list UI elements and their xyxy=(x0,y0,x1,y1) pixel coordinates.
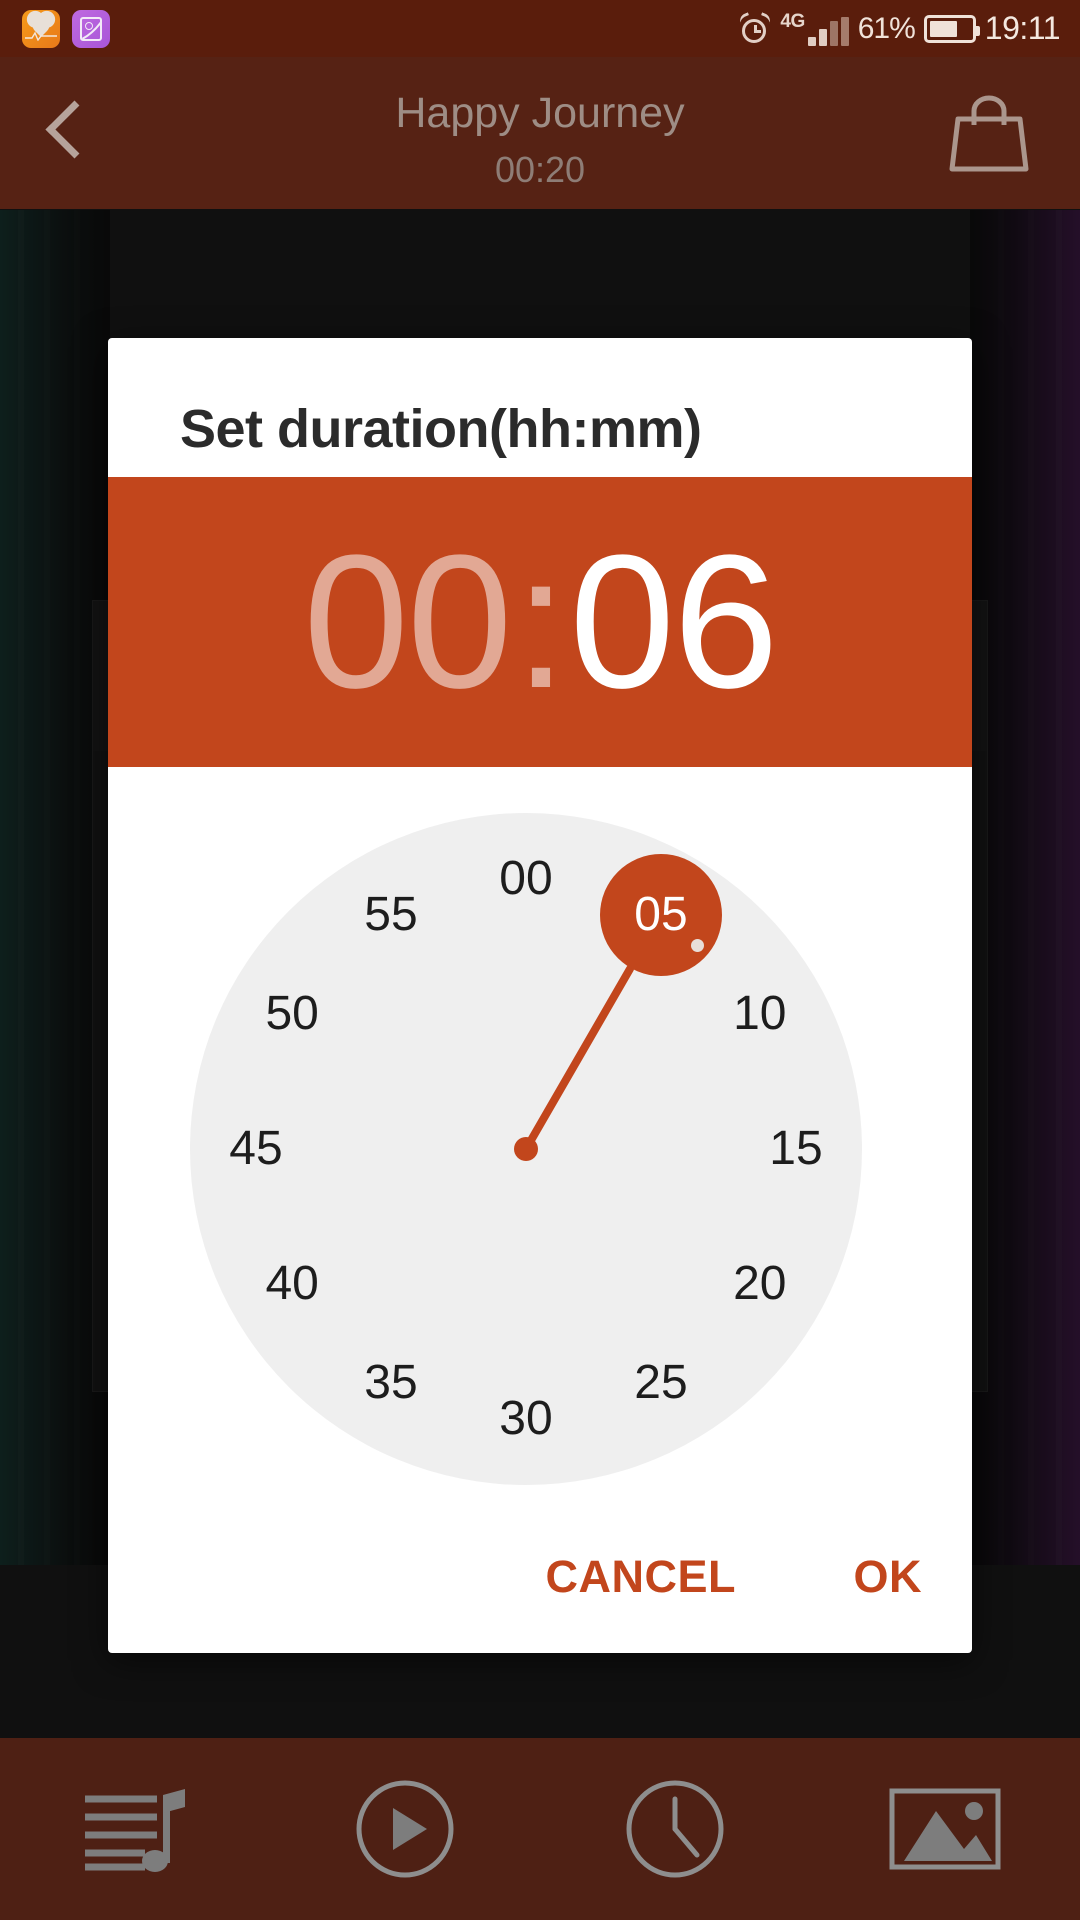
battery-percent-label: 61% xyxy=(857,11,916,45)
play-circle-icon xyxy=(356,1780,454,1878)
clock-tick-35[interactable]: 35 xyxy=(336,1358,446,1407)
clock-tick-50[interactable]: 50 xyxy=(237,990,347,1038)
clock-selector-dot xyxy=(691,939,704,953)
dialog-actions: CANCEL OK xyxy=(108,1503,972,1653)
page-subtitle: 00:20 xyxy=(494,149,586,190)
clock-tick-15[interactable]: 15 xyxy=(741,1125,851,1173)
set-duration-dialog: Set duration(hh:mm) 00 : 06 00 10 15 20 25 30… xyxy=(108,338,972,1653)
shopping-bag-icon xyxy=(949,95,1029,172)
clock-tick-20[interactable]: 20 xyxy=(705,1260,815,1308)
clock-tick-30[interactable]: 30 xyxy=(471,1395,581,1443)
status-bar-app-icons xyxy=(0,9,110,48)
clock-selector-label: 05 xyxy=(634,888,688,942)
dialog-title: Set duration(hh:mm) xyxy=(180,399,702,459)
clock-tick-40[interactable]: 40 xyxy=(237,1260,347,1308)
image-icon xyxy=(889,1788,1001,1870)
time-separator: : xyxy=(514,516,568,728)
app-header: Happy Journey 00:20 xyxy=(0,57,1080,209)
clock-selector-knob[interactable]: 05 xyxy=(600,854,722,977)
shopping-bag-button[interactable] xyxy=(944,95,1034,175)
clock-tick-00[interactable]: 00 xyxy=(471,855,581,903)
battery-icon xyxy=(923,14,980,43)
ok-button[interactable]: OK xyxy=(840,1541,937,1613)
page-title: Happy Journey xyxy=(395,89,685,137)
status-bar-indicators: 4G 61% 19:11 xyxy=(738,10,1080,47)
signal-bars-icon xyxy=(807,16,849,46)
playlist-music-icon xyxy=(85,1789,185,1872)
nav-item-playlist[interactable] xyxy=(0,1738,270,1920)
nav-item-play[interactable] xyxy=(270,1738,540,1920)
clock-picker[interactable]: 00 10 15 20 25 30 35 40 45 50 55 05 xyxy=(190,813,862,1485)
clock-tick-45[interactable]: 45 xyxy=(201,1125,311,1173)
bottom-navigation-bar xyxy=(0,1738,1080,1920)
gallery-app-icon xyxy=(72,9,110,48)
cancel-button[interactable]: CANCEL xyxy=(532,1541,751,1613)
status-bar-clock: 19:11 xyxy=(984,10,1061,46)
time-display: 00 : 06 xyxy=(108,477,972,767)
hours-field[interactable]: 00 xyxy=(303,527,512,717)
network-indicator: 4G xyxy=(780,10,849,46)
network-type-label: 4G xyxy=(780,10,805,32)
minutes-field[interactable]: 06 xyxy=(569,527,778,717)
health-app-icon xyxy=(22,9,60,48)
clock-icon xyxy=(626,1780,724,1878)
ecg-line-icon xyxy=(25,30,57,41)
nav-item-clock[interactable] xyxy=(540,1738,810,1920)
clock-tick-55[interactable]: 55 xyxy=(336,891,446,939)
clock-tick-25[interactable]: 25 xyxy=(606,1358,716,1407)
nav-item-image[interactable] xyxy=(810,1738,1080,1920)
clock-tick-10[interactable]: 10 xyxy=(705,990,815,1038)
status-bar: 4G 61% 19:11 xyxy=(0,0,1080,57)
clock-center-dot xyxy=(514,1137,538,1161)
alarm-icon xyxy=(738,11,773,45)
